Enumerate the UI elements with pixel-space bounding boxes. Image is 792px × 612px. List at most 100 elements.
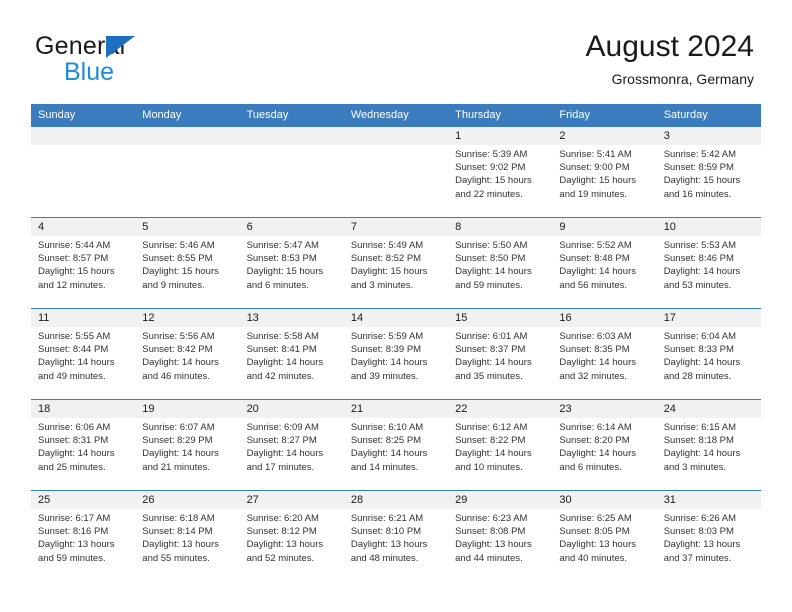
day-cell[interactable]: 17 Sunrise: 6:04 AM Sunset: 8:33 PM Dayl…: [656, 308, 761, 400]
day-cell[interactable]: 28 Sunrise: 6:21 AM Sunset: 8:10 PM Dayl…: [343, 490, 449, 581]
daylight-text-line1: Daylight: 14 hours: [455, 448, 532, 460]
day-cell[interactable]: [239, 127, 344, 218]
day-cell[interactable]: 11 Sunrise: 5:55 AM Sunset: 8:44 PM Dayl…: [31, 308, 136, 400]
sunset-text: Sunset: 8:37 PM: [455, 344, 526, 356]
daylight-text-line1: Daylight: 14 hours: [142, 448, 219, 460]
sunrise-text: Sunrise: 5:56 AM: [142, 331, 215, 342]
sunrise-text: Sunrise: 5:58 AM: [246, 331, 319, 342]
sunset-text: Sunset: 8:53 PM: [246, 253, 317, 265]
day-number: 26: [135, 491, 240, 509]
daylight-text-line2: and 35 minutes.: [455, 370, 523, 382]
day-cell[interactable]: 2 Sunrise: 5:41 AM Sunset: 9:00 PM Dayli…: [552, 127, 657, 218]
day-cell[interactable]: 3 Sunrise: 5:42 AM Sunset: 8:59 PM Dayli…: [656, 127, 761, 218]
day-cell[interactable]: 18 Sunrise: 6:06 AM Sunset: 8:31 PM Dayl…: [31, 399, 136, 491]
weekday-header-monday: Monday: [135, 104, 240, 127]
day-cell[interactable]: 15 Sunrise: 6:01 AM Sunset: 8:37 PM Dayl…: [448, 308, 553, 400]
day-cell[interactable]: 22 Sunrise: 6:12 AM Sunset: 8:22 PM Dayl…: [448, 399, 553, 491]
day-number: 15: [448, 309, 553, 327]
calendar-header-row: Sunday Monday Tuesday Wednesday Thursday…: [31, 104, 761, 127]
day-cell[interactable]: 12 Sunrise: 5:56 AM Sunset: 8:42 PM Dayl…: [135, 308, 240, 400]
weekday-header-saturday: Saturday: [656, 104, 761, 127]
daylight-text-line2: and 48 minutes.: [350, 552, 419, 564]
sunset-text: Sunset: 8:48 PM: [559, 253, 630, 265]
day-details: Sunrise: 6:15 AM Sunset: 8:18 PM Dayligh…: [657, 418, 761, 474]
daylight-text-line2: and 40 minutes.: [559, 552, 628, 564]
calendar-body: 1 Sunrise: 5:39 AM Sunset: 9:02 PM Dayli…: [31, 127, 761, 581]
day-cell[interactable]: [135, 127, 240, 218]
day-number: 5: [135, 218, 240, 236]
day-details: Sunrise: 6:03 AM Sunset: 8:35 PM Dayligh…: [552, 327, 656, 383]
day-details: Sunrise: 6:23 AM Sunset: 8:08 PM Dayligh…: [448, 509, 552, 565]
sunrise-text: Sunrise: 5:47 AM: [246, 240, 319, 251]
day-cell[interactable]: 16 Sunrise: 6:03 AM Sunset: 8:35 PM Dayl…: [552, 308, 657, 400]
day-number: 23: [552, 400, 657, 418]
day-number: 20: [239, 400, 344, 418]
day-details: Sunrise: 5:42 AM Sunset: 8:59 PM Dayligh…: [657, 145, 761, 201]
day-cell[interactable]: 25 Sunrise: 6:17 AM Sunset: 8:16 PM Dayl…: [31, 490, 136, 581]
day-number: 7: [343, 218, 449, 236]
day-cell[interactable]: 6 Sunrise: 5:47 AM Sunset: 8:53 PM Dayli…: [239, 217, 344, 309]
day-cell[interactable]: 20 Sunrise: 6:09 AM Sunset: 8:27 PM Dayl…: [239, 399, 344, 491]
day-cell[interactable]: 27 Sunrise: 6:20 AM Sunset: 8:12 PM Dayl…: [239, 490, 344, 581]
day-cell[interactable]: 13 Sunrise: 5:58 AM Sunset: 8:41 PM Dayl…: [239, 308, 344, 400]
daylight-text-line1: Daylight: 13 hours: [559, 539, 636, 551]
sunset-text: Sunset: 8:29 PM: [142, 435, 213, 447]
daylight-text-line1: Daylight: 14 hours: [142, 357, 219, 369]
day-number: 24: [656, 400, 761, 418]
day-details: Sunrise: 5:49 AM Sunset: 8:52 PM Dayligh…: [344, 236, 448, 292]
weekday-header-sunday: Sunday: [31, 104, 136, 127]
sunrise-text: Sunrise: 6:14 AM: [559, 422, 632, 433]
weekday-header-wednesday: Wednesday: [343, 104, 449, 127]
sunrise-text: Sunrise: 6:07 AM: [142, 422, 215, 433]
daylight-text-line2: and 42 minutes.: [246, 370, 315, 382]
day-cell[interactable]: 9 Sunrise: 5:52 AM Sunset: 8:48 PM Dayli…: [552, 217, 657, 309]
day-cell[interactable]: 5 Sunrise: 5:46 AM Sunset: 8:55 PM Dayli…: [135, 217, 240, 309]
day-cell[interactable]: [31, 127, 136, 218]
day-details: Sunrise: 5:58 AM Sunset: 8:41 PM Dayligh…: [240, 327, 344, 383]
day-details: [135, 145, 239, 148]
day-number: 10: [656, 218, 761, 236]
sunrise-text: Sunrise: 6:21 AM: [350, 513, 424, 524]
day-cell[interactable]: 26 Sunrise: 6:18 AM Sunset: 8:14 PM Dayl…: [135, 490, 240, 581]
daylight-text-line2: and 44 minutes.: [455, 552, 523, 564]
day-cell[interactable]: 7 Sunrise: 5:49 AM Sunset: 8:52 PM Dayli…: [343, 217, 449, 309]
day-number: 29: [448, 491, 553, 509]
sunset-text: Sunset: 8:55 PM: [142, 253, 213, 265]
sunrise-text: Sunrise: 5:50 AM: [455, 240, 528, 251]
day-cell[interactable]: 31 Sunrise: 6:26 AM Sunset: 8:03 PM Dayl…: [656, 490, 761, 581]
sunset-text: Sunset: 9:00 PM: [559, 162, 630, 174]
day-cell[interactable]: 14 Sunrise: 5:59 AM Sunset: 8:39 PM Dayl…: [343, 308, 449, 400]
sunset-text: Sunset: 8:41 PM: [246, 344, 317, 356]
daylight-text-line1: Daylight: 14 hours: [455, 266, 532, 278]
daylight-text-line1: Daylight: 14 hours: [350, 357, 428, 369]
daylight-text-line2: and 37 minutes.: [663, 552, 732, 564]
day-cell[interactable]: 4 Sunrise: 5:44 AM Sunset: 8:57 PM Dayli…: [31, 217, 136, 309]
day-number: [135, 127, 240, 145]
day-number: 2: [552, 127, 657, 145]
daylight-text-line2: and 52 minutes.: [246, 552, 315, 564]
daylight-text-line2: and 17 minutes.: [246, 461, 315, 473]
calendar-page: General Blue August 2024 Grossmonra, Ger…: [0, 0, 792, 612]
day-cell[interactable]: [343, 127, 449, 218]
day-details: Sunrise: 6:12 AM Sunset: 8:22 PM Dayligh…: [448, 418, 552, 474]
day-number: 8: [448, 218, 553, 236]
sunset-text: Sunset: 8:46 PM: [663, 253, 734, 265]
day-details: Sunrise: 5:52 AM Sunset: 8:48 PM Dayligh…: [552, 236, 656, 292]
sunrise-text: Sunrise: 5:41 AM: [559, 149, 632, 160]
calendar-table: Sunday Monday Tuesday Wednesday Thursday…: [31, 104, 761, 581]
day-cell[interactable]: 24 Sunrise: 6:15 AM Sunset: 8:18 PM Dayl…: [656, 399, 761, 491]
daylight-text-line1: Daylight: 13 hours: [663, 539, 741, 551]
sunset-text: Sunset: 8:18 PM: [663, 435, 734, 447]
day-cell[interactable]: 1 Sunrise: 5:39 AM Sunset: 9:02 PM Dayli…: [448, 127, 553, 218]
day-cell[interactable]: 23 Sunrise: 6:14 AM Sunset: 8:20 PM Dayl…: [552, 399, 657, 491]
daylight-text-line2: and 3 minutes.: [350, 279, 414, 291]
day-cell[interactable]: 10 Sunrise: 5:53 AM Sunset: 8:46 PM Dayl…: [656, 217, 761, 309]
day-cell[interactable]: 19 Sunrise: 6:07 AM Sunset: 8:29 PM Dayl…: [135, 399, 240, 491]
day-details: Sunrise: 6:06 AM Sunset: 8:31 PM Dayligh…: [31, 418, 135, 474]
day-cell[interactable]: 30 Sunrise: 6:25 AM Sunset: 8:05 PM Dayl…: [552, 490, 657, 581]
sunset-text: Sunset: 8:25 PM: [350, 435, 422, 447]
day-cell[interactable]: 8 Sunrise: 5:50 AM Sunset: 8:50 PM Dayli…: [448, 217, 553, 309]
sunset-text: Sunset: 8:22 PM: [455, 435, 526, 447]
day-cell[interactable]: 21 Sunrise: 6:10 AM Sunset: 8:25 PM Dayl…: [343, 399, 449, 491]
day-cell[interactable]: 29 Sunrise: 6:23 AM Sunset: 8:08 PM Dayl…: [448, 490, 553, 581]
